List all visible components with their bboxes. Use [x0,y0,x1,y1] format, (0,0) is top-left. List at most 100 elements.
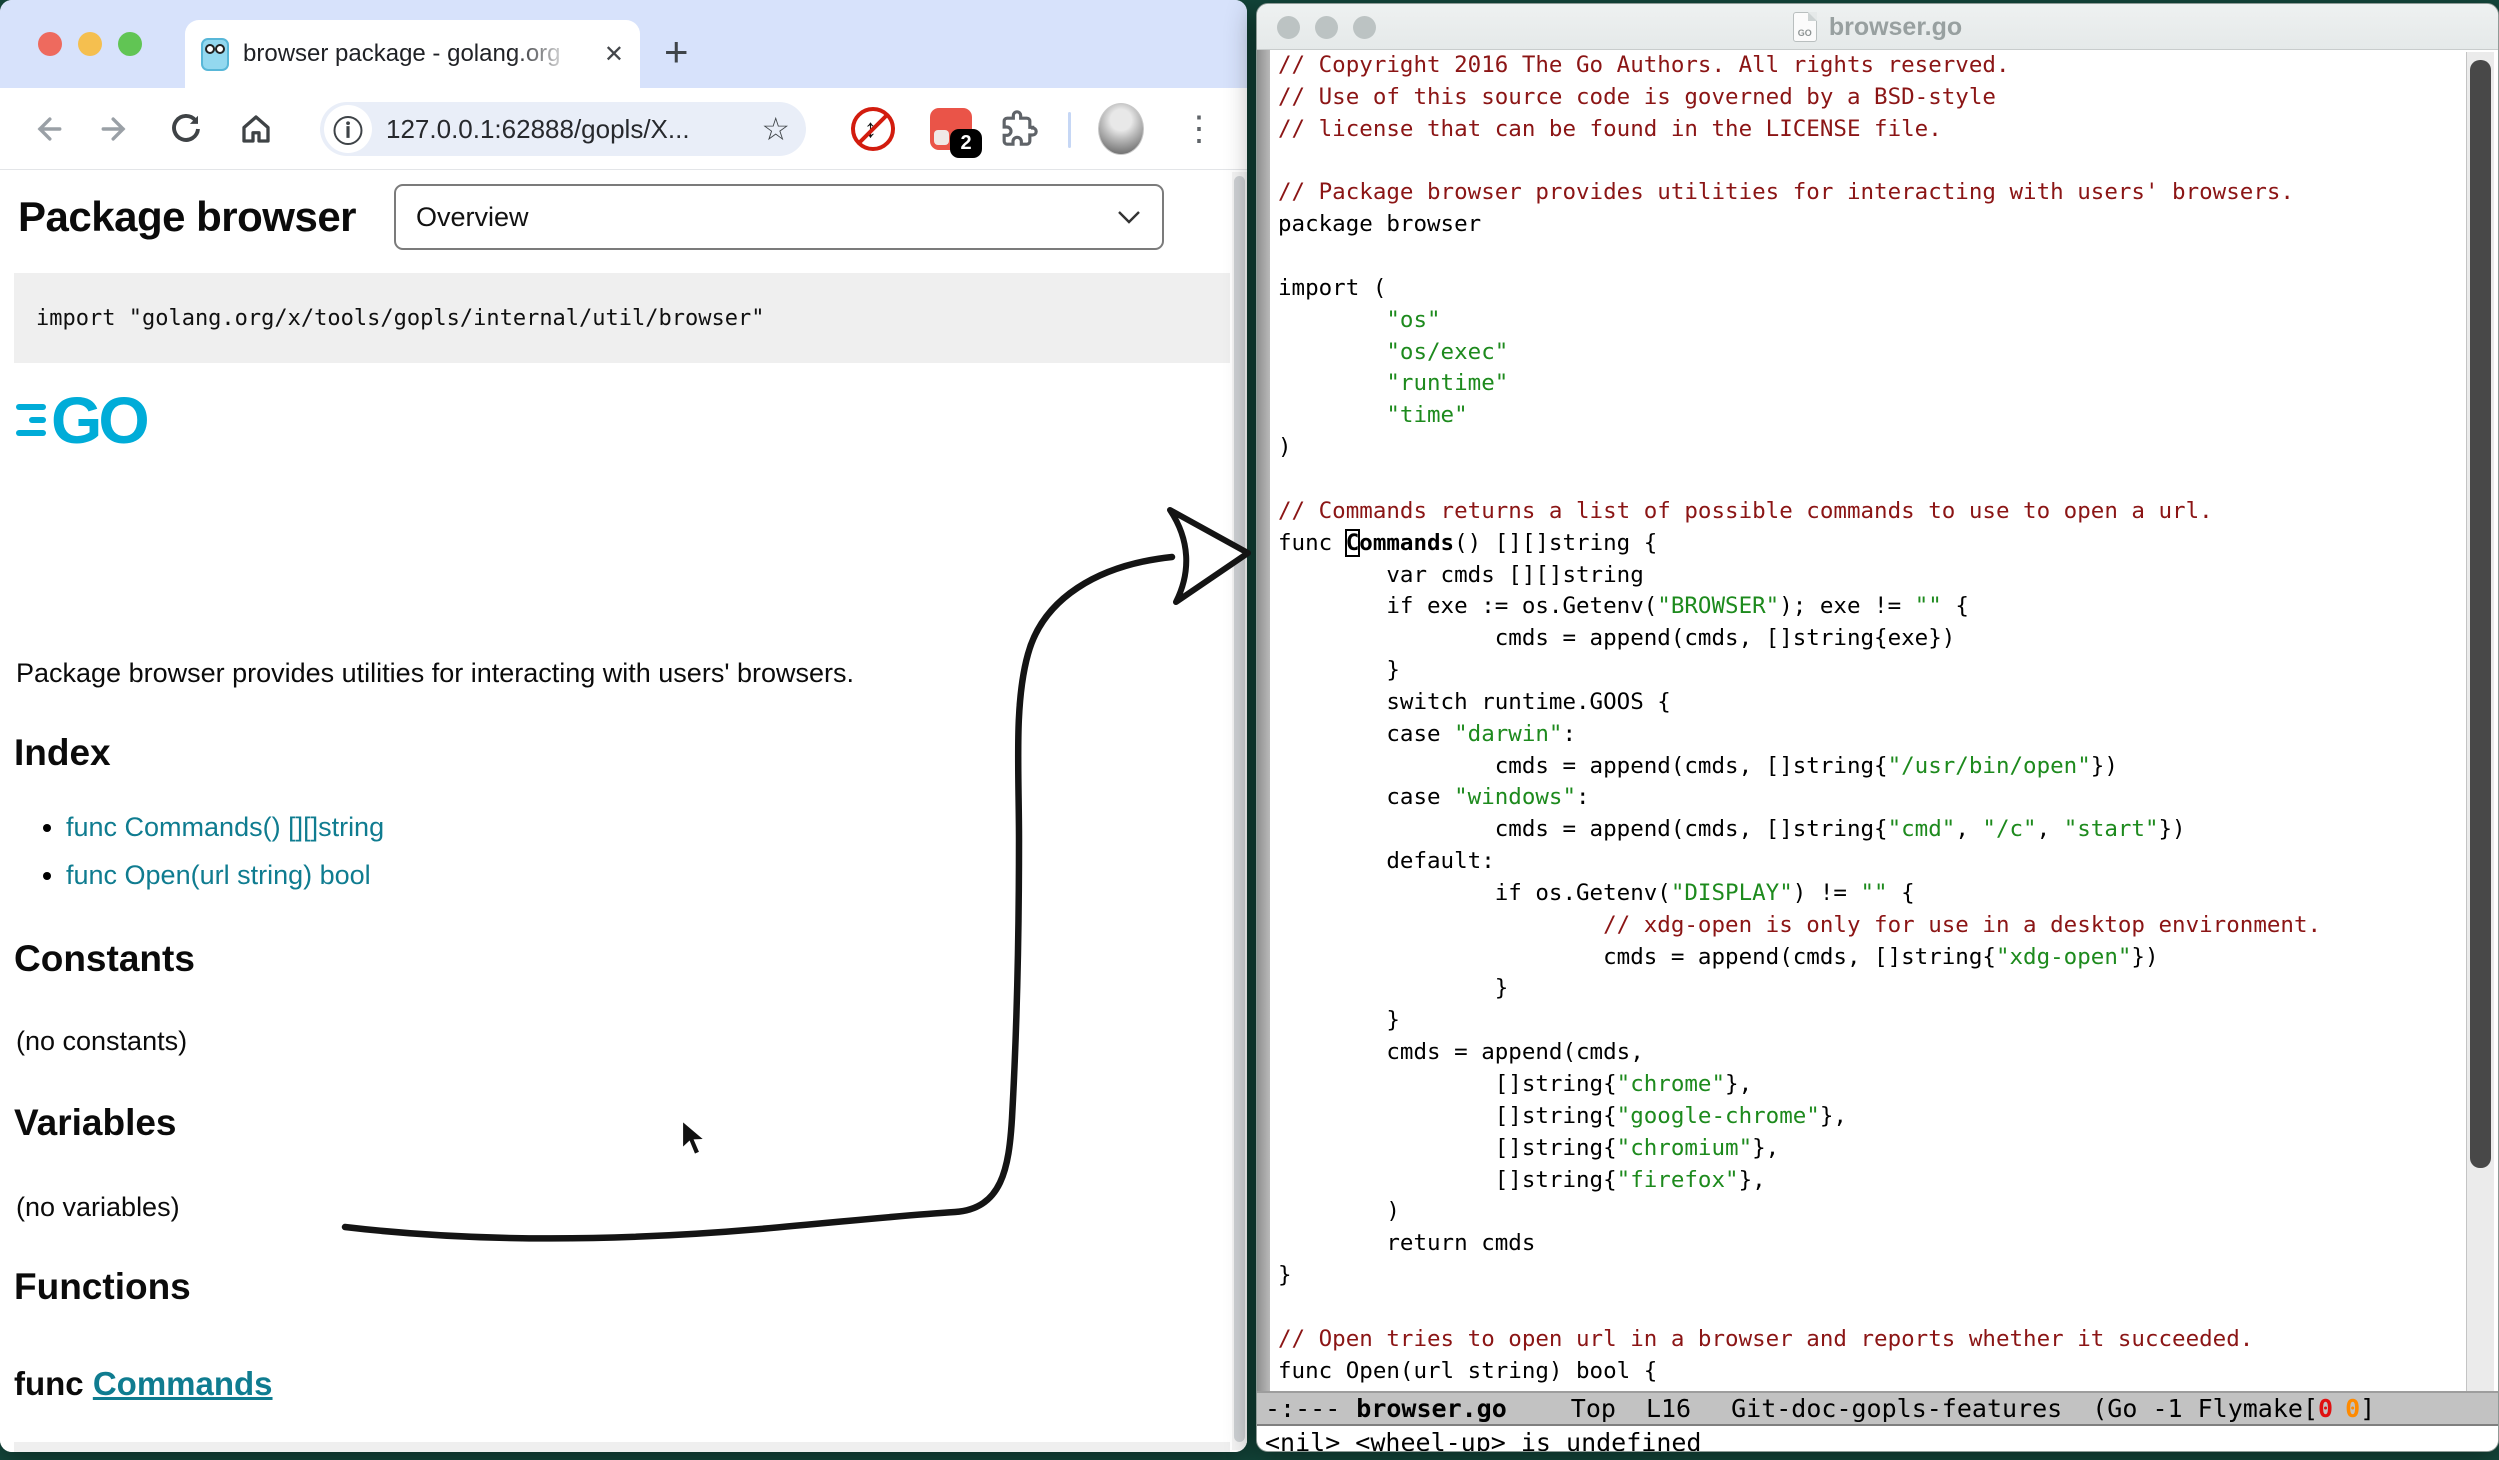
mouse-cursor [680,1118,714,1158]
code-line[interactable]: []string{"google-chrome"}, [1278,1101,2466,1133]
code-line[interactable]: // license that can be found in the LICE… [1278,114,2466,146]
back-button[interactable] [24,106,70,152]
page-scrollbar[interactable] [1232,172,1247,1450]
code-line[interactable]: // Open tries to open url in a browser a… [1278,1324,2466,1356]
code-line[interactable] [1278,146,2466,178]
constants-heading: Constants [14,938,195,980]
code-line[interactable]: func Open(url string) bool { [1278,1356,2466,1388]
code-line[interactable] [1278,464,2466,496]
code-line[interactable]: case "darwin": [1278,719,2466,751]
func-commands-link[interactable]: Commands [93,1365,273,1402]
reload-icon [168,111,204,147]
code-line[interactable]: if exe := os.Getenv("BROWSER"); exe != "… [1278,591,2466,623]
code-line[interactable]: cmds = append(cmds, []string{exe}) [1278,623,2466,655]
code-line[interactable] [1278,241,2466,273]
zoom-window-button[interactable] [118,32,142,56]
code-buffer[interactable]: // Copyright 2016 The Go Authors. All ri… [1278,50,2466,1394]
constants-empty-note: (no constants) [16,1026,187,1057]
tab-title: browser package - golang.org [243,40,573,68]
code-line[interactable]: // Use of this source code is governed b… [1278,82,2466,114]
editor-title-bar[interactable]: GO browser.go [1257,4,2498,50]
editor-scrollbar[interactable] [2466,52,2494,1392]
modeline-mode-close: ] [2360,1394,2375,1423]
code-line[interactable]: } [1278,655,2466,687]
doc-page: Package browser Overview import "golang.… [0,170,1247,1452]
code-line[interactable]: switch runtime.GOOS { [1278,687,2466,719]
reload-button[interactable] [163,106,209,152]
code-line[interactable]: cmds = append(cmds, []string{"xdg-open"}… [1278,942,2466,974]
code-line[interactable]: default: [1278,846,2466,878]
tab-close-icon[interactable]: ✕ [604,40,624,69]
import-code-block: import "golang.org/x/tools/gopls/interna… [14,273,1230,363]
modeline-major-mode[interactable]: (Go -1 Flymake[ [2092,1394,2318,1423]
index-link-open[interactable]: func Open(url string) bool [66,860,371,890]
code-line[interactable]: ) [1278,1196,2466,1228]
gopher-favicon-icon [201,38,229,71]
code-line[interactable]: []string{"chrome"}, [1278,1069,2466,1101]
chevron-down-icon [1116,209,1142,225]
code-line[interactable]: func Commands() [][]string { [1278,528,2466,560]
code-line[interactable]: package browser [1278,209,2466,241]
home-button[interactable] [233,106,279,152]
echo-area: <nil> <wheel-up> is undefined [1257,1428,2498,1452]
code-line[interactable]: cmds = append(cmds, [1278,1037,2466,1069]
code-line[interactable]: } [1278,973,2466,1005]
code-line[interactable]: cmds = append(cmds, []string{"cmd", "/c"… [1278,814,2466,846]
page-scrollbar-thumb[interactable] [1234,176,1245,1442]
extensions-menu-button[interactable] [996,106,1042,152]
extension-badge: 2 [950,129,982,158]
forward-button[interactable] [93,106,139,152]
code-line[interactable]: "os/exec" [1278,337,2466,369]
code-line[interactable]: cmds = append(cmds, []string{"/usr/bin/o… [1278,751,2466,783]
site-info-button[interactable]: ⓘ [324,105,372,153]
editor-scrollbar-thumb[interactable] [2470,60,2491,1168]
no-scroll-icon: ↕ [851,107,895,151]
close-window-button[interactable] [38,32,62,56]
functions-heading: Functions [14,1266,191,1308]
code-line[interactable]: import ( [1278,273,2466,305]
code-line[interactable]: []string{"firefox"}, [1278,1165,2466,1197]
modeline-git-branch[interactable]: Git-doc-gopls-features [1731,1394,2062,1423]
extension-icon: 2 [930,108,972,150]
code-line[interactable]: []string{"chromium"}, [1278,1133,2466,1165]
modeline-buffer-name[interactable]: browser.go [1356,1394,1507,1423]
red-extension-button[interactable]: 2 [928,106,974,152]
code-line[interactable]: "time" [1278,400,2466,432]
func-signature-block: func Commands() [][]string [14,1442,1230,1452]
modeline: -:--- browser.go Top L16 Git-doc-gopls-f… [1257,1391,2498,1426]
code-line[interactable]: ) [1278,432,2466,464]
code-line[interactable]: } [1278,1260,2466,1292]
code-line[interactable]: // xdg-open is only for use in a desktop… [1278,910,2466,942]
go-file-icon: GO [1793,12,1817,42]
code-line[interactable]: // Commands returns a list of possible c… [1278,496,2466,528]
chrome-menu-button[interactable]: ⋮ [1176,106,1222,152]
code-line[interactable]: // Copyright 2016 The Go Authors. All ri… [1278,50,2466,82]
address-bar[interactable]: ⓘ 127.0.0.1:62888/gopls/X... ☆ [320,102,806,156]
new-tab-button[interactable]: + [664,28,689,76]
code-line[interactable] [1278,1292,2466,1324]
variables-empty-note: (no variables) [16,1192,180,1223]
code-line[interactable]: return cmds [1278,1228,2466,1260]
code-line[interactable]: if os.Getenv("DISPLAY") != "" { [1278,878,2466,910]
modeline-prefix: -:--- [1265,1394,1340,1423]
url-text[interactable]: 127.0.0.1:62888/gopls/X... [386,114,690,145]
package-nav-select[interactable]: Overview [394,184,1164,250]
code-line[interactable]: var cmds [][]string [1278,560,2466,592]
variables-heading: Variables [14,1102,177,1144]
minimize-window-button[interactable] [78,32,102,56]
scroll-blocker-extension-button[interactable]: ↕ [850,106,896,152]
puzzle-icon [999,109,1039,149]
code-line[interactable]: // Package browser provides utilities fo… [1278,177,2466,209]
avatar [1098,103,1144,155]
code-line[interactable]: } [1278,1005,2466,1037]
index-link-commands[interactable]: func Commands() [][]string [66,812,384,842]
code-line[interactable]: "os" [1278,305,2466,337]
bookmark-star-icon[interactable]: ☆ [761,110,790,148]
profile-button[interactable] [1098,106,1144,152]
flymake-error-count[interactable]: 0 [2318,1394,2333,1423]
browser-tab[interactable]: browser package - golang.org ✕ [185,20,640,88]
editor-left-fringe [1257,50,1270,1394]
code-line[interactable]: case "windows": [1278,782,2466,814]
code-line[interactable]: "runtime" [1278,368,2466,400]
flymake-warning-count[interactable]: 0 [2345,1394,2360,1423]
